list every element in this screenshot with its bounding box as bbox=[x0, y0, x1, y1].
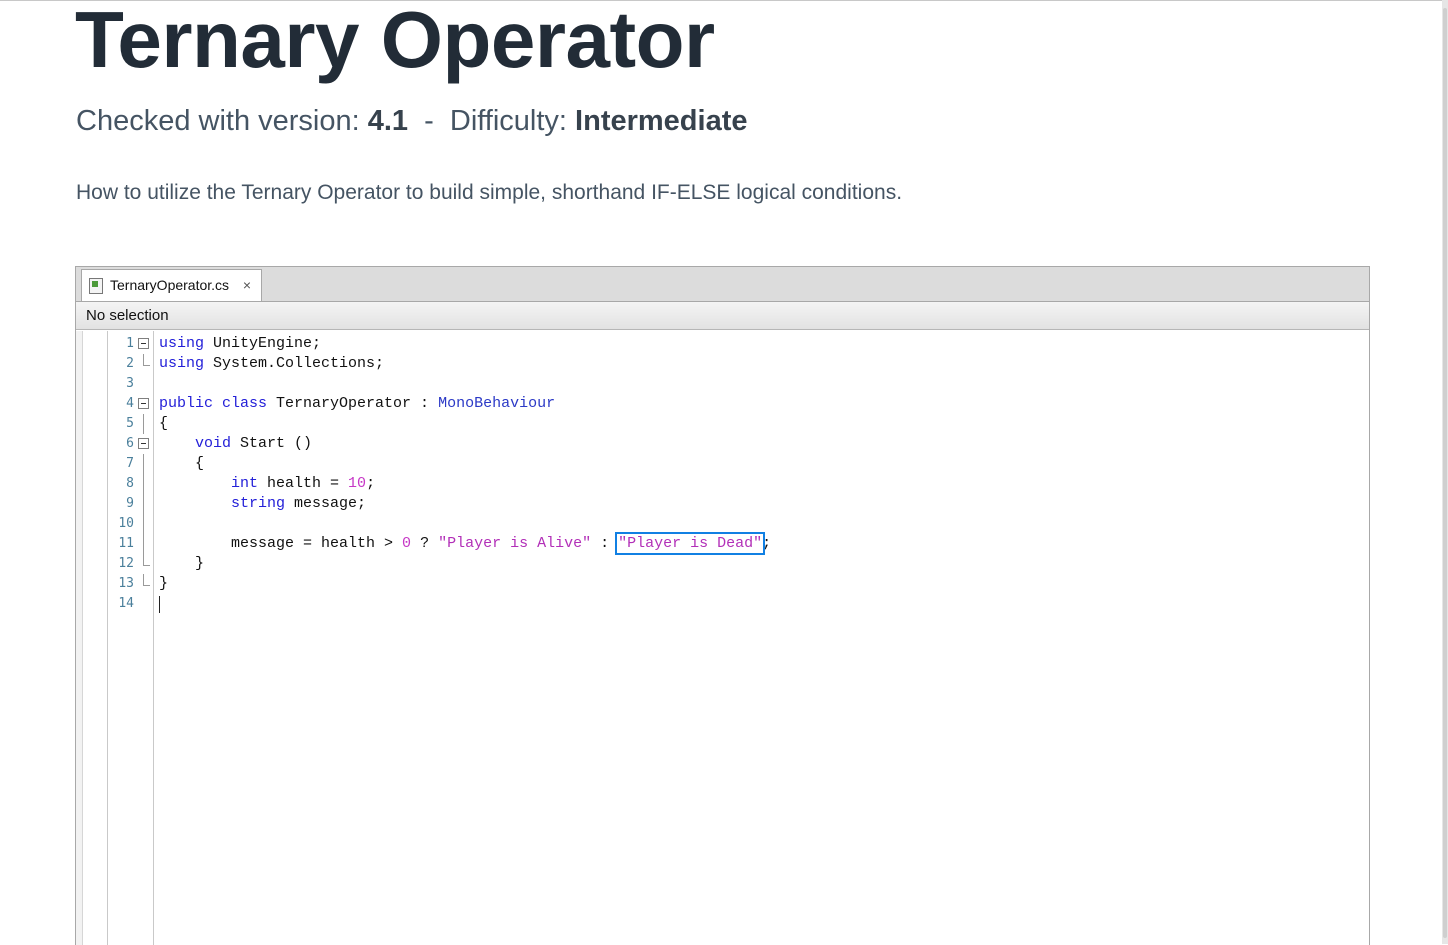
code-line[interactable]: 13 } bbox=[76, 574, 1369, 594]
code-line[interactable]: 7 { bbox=[76, 454, 1369, 474]
selection-bar[interactable]: No selection bbox=[76, 302, 1369, 330]
line-number: 8 bbox=[126, 476, 134, 491]
version-label: Checked with version: bbox=[76, 105, 360, 137]
line-number: 12 bbox=[118, 556, 134, 571]
text-caret bbox=[159, 596, 160, 613]
fold-end-marker bbox=[143, 354, 150, 366]
difficulty-label: Difficulty: bbox=[449, 105, 567, 137]
code-text: string message; bbox=[231, 495, 367, 512]
code-line[interactable]: 8 int health = 10; bbox=[76, 474, 1369, 494]
version-value: 4.1 bbox=[367, 105, 409, 137]
fold-collapse-icon[interactable] bbox=[138, 338, 149, 349]
fold-guide bbox=[143, 514, 144, 534]
code-line[interactable]: 3 bbox=[76, 374, 1369, 394]
line-number: 10 bbox=[118, 516, 134, 531]
line-number: 5 bbox=[126, 416, 134, 431]
fold-guide bbox=[143, 454, 144, 474]
line-number: 4 bbox=[126, 396, 134, 411]
code-line[interactable]: 2 using System.Collections; bbox=[76, 354, 1369, 374]
code-line[interactable]: 4 public class TernaryOperator : MonoBeh… bbox=[76, 394, 1369, 414]
fold-collapse-icon[interactable] bbox=[138, 398, 149, 409]
tab-label: TernaryOperator.cs bbox=[110, 277, 230, 293]
close-tab-icon[interactable]: × bbox=[243, 270, 251, 301]
highlighted-selection: "Player is Dead" bbox=[615, 532, 766, 555]
code-line[interactable]: 5 { bbox=[76, 414, 1369, 434]
fold-collapse-icon[interactable] bbox=[138, 438, 149, 449]
code-area[interactable]: 1 using UnityEngine; 2 using System.Coll… bbox=[76, 331, 1369, 945]
page-scrollbar[interactable] bbox=[1442, 0, 1448, 944]
code-editor-window: TernaryOperator.cs × No selection 1 usin… bbox=[75, 266, 1370, 945]
code-line[interactable]: 10 bbox=[76, 514, 1369, 534]
code-line[interactable]: 11 message = health > 0 ? "Player is Ali… bbox=[76, 532, 1369, 555]
meta-separator: - bbox=[424, 105, 434, 137]
fold-guide bbox=[143, 494, 144, 514]
code-line[interactable]: 12 } bbox=[76, 554, 1369, 574]
fold-end-marker bbox=[143, 574, 150, 586]
code-text: message = health > 0 ? "Player is Alive"… bbox=[159, 532, 772, 555]
line-number: 6 bbox=[126, 436, 134, 451]
line-number: 3 bbox=[126, 376, 134, 391]
line-number: 7 bbox=[126, 456, 134, 471]
fold-guide bbox=[143, 414, 144, 434]
line-number: 2 bbox=[126, 356, 134, 371]
tutorial-meta: Checked with version: 4.1 - Difficulty: … bbox=[76, 103, 748, 139]
page-title: Ternary Operator bbox=[75, 0, 715, 84]
line-number: 9 bbox=[126, 496, 134, 511]
difficulty-value: Intermediate bbox=[575, 105, 748, 137]
line-number: 13 bbox=[118, 576, 134, 591]
line-number: 1 bbox=[126, 336, 134, 351]
line-number: 14 bbox=[118, 596, 134, 611]
code-text: { bbox=[159, 415, 169, 432]
code-text: void Start () bbox=[195, 435, 313, 452]
scrollbar-thumb[interactable] bbox=[1443, 8, 1447, 938]
fold-end-marker bbox=[143, 554, 150, 566]
code-text: int health = 10; bbox=[231, 475, 376, 492]
line-number: 11 bbox=[118, 536, 134, 551]
code-text: using UnityEngine; bbox=[159, 335, 322, 352]
code-text: } bbox=[159, 575, 169, 592]
code-text: } bbox=[159, 555, 205, 572]
tutorial-description: How to utilize the Ternary Operator to b… bbox=[76, 181, 903, 204]
code-line[interactable]: 14 bbox=[76, 594, 1369, 614]
fold-guide bbox=[143, 474, 144, 494]
csharp-file-icon bbox=[89, 278, 103, 294]
fold-guide bbox=[143, 534, 144, 554]
tab-ternary-operator-cs[interactable]: TernaryOperator.cs × bbox=[81, 269, 262, 301]
code-line[interactable]: 6 void Start () bbox=[76, 434, 1369, 454]
code-text: public class TernaryOperator : MonoBehav… bbox=[159, 395, 556, 412]
code-line[interactable]: 1 using UnityEngine; bbox=[76, 334, 1369, 354]
code-text: { bbox=[159, 455, 205, 472]
editor-tab-bar: TernaryOperator.cs × bbox=[76, 267, 1369, 302]
code-line[interactable]: 9 string message; bbox=[76, 494, 1369, 514]
code-text: using System.Collections; bbox=[159, 355, 385, 372]
